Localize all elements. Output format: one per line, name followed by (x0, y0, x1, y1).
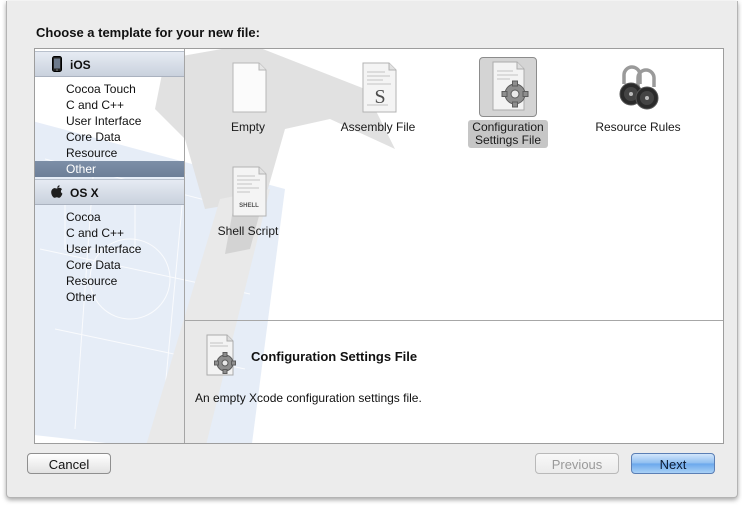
template-description-area: Configuration Settings File An empty Xco… (185, 321, 723, 443)
template-grid: Empty S Assembly File Configuration Sett… (185, 49, 723, 321)
sidebar-item-ios-core-data[interactable]: Core Data (35, 129, 184, 145)
sidebar-item-ios-c-and-cpp[interactable]: C and C++ (35, 97, 184, 113)
previous-button[interactable]: Previous (535, 453, 619, 474)
template-resource-rules-label: Resource Rules (595, 120, 681, 134)
shell-glyph: SHELL (239, 203, 259, 209)
sidebar-item-osx-user-interface[interactable]: User Interface (35, 241, 184, 257)
template-assembly-file-label: Assembly File (340, 120, 416, 134)
apple-logo-icon (49, 184, 65, 200)
sidebar-group-osx[interactable]: OS X (35, 179, 184, 205)
new-file-sheet: Choose a template for your new file: iOS… (6, 1, 738, 498)
blank-document-icon (232, 62, 267, 113)
template-resource-rules[interactable]: Resource Rules (583, 57, 693, 135)
sidebar-group-ios[interactable]: iOS (35, 51, 184, 77)
iphone-icon (49, 56, 65, 72)
sidebar-item-ios-cocoa-touch[interactable]: Cocoa Touch (35, 81, 184, 97)
sidebar-group-osx-label: OS X (70, 186, 99, 200)
sidebar-item-ios-other[interactable]: Other (35, 161, 184, 177)
sidebar-item-osx-other[interactable]: Other (35, 289, 184, 305)
template-shell-script-label: Shell Script (217, 224, 279, 238)
padlocks-icon (619, 65, 659, 110)
template-configuration-settings-file[interactable]: Configuration Settings File (453, 57, 563, 148)
dialog-prompt: Choose a template for your new file: (36, 25, 260, 40)
sidebar-item-osx-cocoa[interactable]: Cocoa (35, 209, 184, 225)
template-category-sidebar: iOS Cocoa Touch C and C++ User Interface… (35, 49, 185, 443)
sidebar-item-ios-resource[interactable]: Resource (35, 145, 184, 161)
template-description-title: Configuration Settings File (251, 349, 418, 364)
sidebar-item-ios-user-interface[interactable]: User Interface (35, 113, 184, 129)
sidebar-item-osx-c-and-cpp[interactable]: C and C++ (35, 225, 184, 241)
assembly-glyph: S (374, 86, 385, 108)
shell-script-icon: SHELL (232, 166, 267, 217)
template-empty-label: Empty (230, 120, 265, 134)
next-button[interactable]: Next (631, 453, 715, 474)
template-description-text: An empty Xcode configuration settings fi… (195, 391, 422, 405)
sidebar-item-osx-core-data[interactable]: Core Data (35, 257, 184, 273)
sidebar-item-osx-resource[interactable]: Resource (35, 273, 184, 289)
template-assembly-file[interactable]: S Assembly File (323, 57, 433, 135)
configuration-settings-icon (206, 334, 236, 376)
configuration-settings-icon (492, 61, 529, 111)
assembly-file-icon: S (362, 62, 397, 113)
template-chooser-panel: iOS Cocoa Touch C and C++ User Interface… (34, 48, 724, 444)
cancel-button[interactable]: Cancel (27, 453, 111, 474)
template-empty[interactable]: Empty (193, 57, 303, 135)
sidebar-group-ios-label: iOS (70, 58, 91, 72)
template-configuration-settings-file-label: Configuration Settings File (468, 120, 548, 148)
template-shell-script[interactable]: SHELL Shell Script (193, 161, 303, 239)
